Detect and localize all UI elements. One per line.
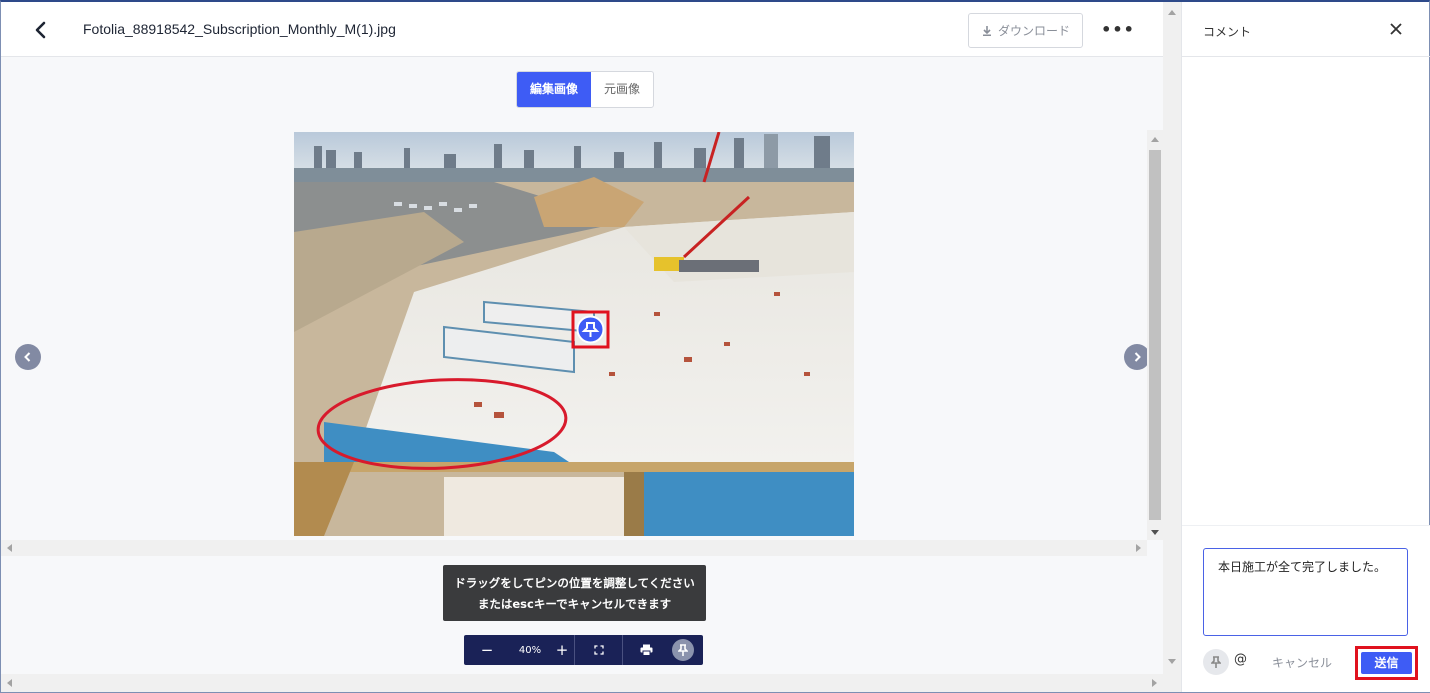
attach-pin-button[interactable] (1203, 649, 1229, 675)
scroll-right-arrow[interactable] (1152, 679, 1157, 687)
scroll-up-arrow[interactable] (1151, 137, 1159, 142)
pin-button[interactable] (669, 635, 697, 665)
back-chevron-icon[interactable] (31, 20, 51, 40)
comment-panel: コメント 本日施工が全て完了しました。 @ キャンセル 送信 (1181, 2, 1430, 692)
comment-composer: 本日施工が全て完了しました。 @ キャンセル 送信 (1182, 525, 1430, 692)
construction-photo[interactable] (294, 132, 854, 536)
pin-icon (678, 644, 688, 656)
comment-panel-header: コメント (1182, 2, 1430, 57)
mention-button[interactable]: @ (1234, 652, 1247, 667)
scroll-left-arrow[interactable] (7, 544, 12, 552)
zoom-out-button[interactable]: − (464, 635, 510, 665)
scroll-left-arrow[interactable] (7, 679, 12, 687)
pin-icon (1211, 656, 1221, 668)
send-label: 送信 (1361, 652, 1412, 674)
tooltip-line-2: またはescキーでキャンセルできます (477, 597, 672, 611)
zoom-toolbar: − 40% + (464, 635, 703, 665)
comment-input[interactable]: 本日施工が全て完了しました。 (1203, 548, 1408, 636)
scroll-down-arrow[interactable] (1168, 659, 1176, 664)
print-button[interactable] (623, 635, 669, 665)
print-icon (640, 644, 652, 656)
page-horizontal-scrollbar[interactable] (1, 674, 1163, 692)
scroll-up-arrow[interactable] (1168, 10, 1176, 15)
zoom-level: 40% (518, 644, 542, 656)
image-view-toggle: 編集画像 元画像 (516, 71, 655, 108)
file-name: Fotolia_88918542_Subscription_Monthly_M(… (83, 21, 396, 37)
image-vertical-scrollbar[interactable] (1147, 130, 1163, 540)
download-label: ダウンロード (997, 24, 1070, 38)
prev-arrow-icon[interactable] (15, 344, 41, 370)
download-button[interactable]: ダウンロード (968, 13, 1083, 48)
scroll-thumb[interactable] (1149, 150, 1161, 520)
image-viewer: Fotolia_88918542_Subscription_Monthly_M(… (1, 2, 1163, 692)
image-horizontal-scrollbar[interactable] (1, 540, 1147, 556)
tab-edited-image[interactable]: 編集画像 (517, 72, 592, 107)
fit-screen-button[interactable] (575, 635, 622, 665)
zoom-in-button[interactable]: + (550, 635, 574, 665)
tooltip-line-1: ドラッグをしてピンの位置を調整してください (454, 576, 695, 590)
close-icon[interactable] (1387, 20, 1405, 38)
scroll-down-arrow[interactable] (1151, 530, 1159, 535)
more-icon[interactable]: ••• (1101, 16, 1134, 42)
fit-screen-icon (593, 645, 604, 655)
page-vertical-scrollbar[interactable] (1163, 2, 1181, 692)
tab-original-image[interactable]: 元画像 (591, 72, 653, 107)
comment-panel-title: コメント (1203, 25, 1252, 39)
viewer-toolbar: Fotolia_88918542_Subscription_Monthly_M(… (1, 2, 1163, 57)
pin-drag-tooltip: ドラッグをしてピンの位置を調整してください またはescキーでキャンセルできます (443, 565, 706, 621)
cancel-button[interactable]: キャンセル (1272, 654, 1332, 671)
send-button[interactable]: 送信 (1355, 646, 1418, 680)
scroll-right-arrow[interactable] (1136, 544, 1141, 552)
download-icon (982, 25, 991, 36)
